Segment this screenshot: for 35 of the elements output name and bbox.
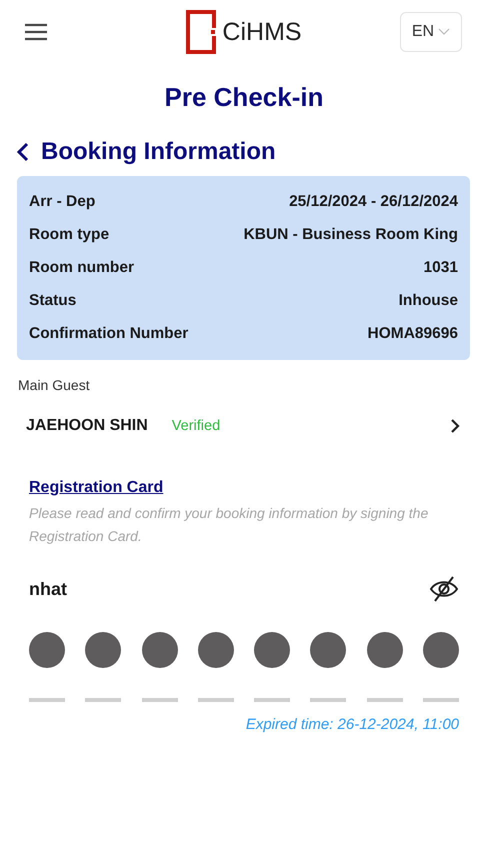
pin-underline: [422, 698, 459, 702]
menu-icon[interactable]: [24, 22, 48, 42]
pin-underline: [366, 698, 403, 702]
info-label: Status: [29, 292, 76, 310]
info-value: KBUN - Business Room King: [244, 226, 458, 244]
expiry-text: Expired time: 26-12-2024, 11:00: [244, 716, 459, 733]
info-value: HOMA89696: [368, 324, 458, 342]
language-selector[interactable]: EN: [400, 12, 462, 52]
registration-card-link[interactable]: Registration Card: [29, 479, 164, 497]
info-value: Inhouse: [398, 292, 458, 310]
pin-underline: [142, 698, 178, 702]
pin-underline: [310, 698, 346, 702]
pin-underline: [254, 698, 290, 702]
pin-underline: [198, 698, 234, 702]
info-label: Confirmation Number: [29, 324, 188, 342]
logo-icon: [186, 10, 218, 54]
back-icon[interactable]: [17, 142, 29, 162]
chevron-right-icon[interactable]: [450, 418, 460, 434]
verification-status: Verified: [172, 418, 220, 434]
pin-underline: [85, 698, 122, 702]
section-title: Booking Information: [41, 138, 276, 166]
info-label: Room number: [29, 258, 134, 276]
guest-name: JAEHOON SHIN: [26, 417, 148, 435]
eye-off-icon[interactable]: [429, 576, 459, 602]
info-value: 25/12/2024 - 26/12/2024: [289, 192, 458, 210]
page-title: Pre Check-in: [164, 82, 324, 113]
info-label: Room type: [29, 226, 110, 244]
info-label: Arr - Dep: [29, 192, 96, 210]
pin-underline: [29, 698, 65, 702]
pin-label: nhat: [29, 578, 67, 600]
info-value: 1031: [424, 258, 458, 276]
instruction-text: Please read and confirm your booking information by signing the Registration Card.: [29, 504, 430, 546]
logo-text: CiHMS: [222, 18, 302, 46]
chevron-down-icon: [438, 28, 450, 36]
field-label: Main Guest: [18, 377, 91, 393]
